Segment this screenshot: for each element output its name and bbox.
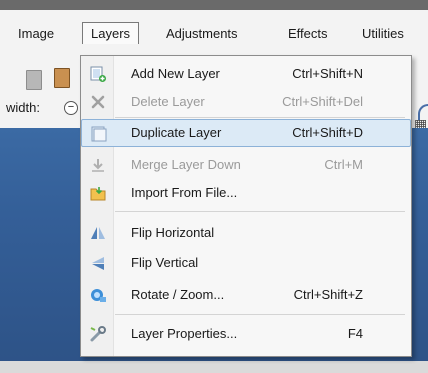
menu-item-label: Layer Properties... [131,326,238,341]
menu-separator [115,314,405,315]
menu-adjustments[interactable]: Adjustments [166,26,238,41]
menu-utilities[interactable]: Utilities [362,26,404,41]
menu-item-shortcut: Ctrl+Shift+Del [282,94,363,109]
menu-item-add-new-layer[interactable]: Add New Layer Ctrl+Shift+N [81,60,411,88]
menu-image[interactable]: Image [18,26,54,41]
menu-item-shortcut: Ctrl+Shift+N [292,66,363,81]
menu-item-shortcut: Ctrl+Shift+Z [293,287,363,302]
brush-width-label: width: [6,100,40,115]
menu-item-flip-vertical[interactable]: Flip Vertical [81,249,411,277]
menu-item-delete-layer[interactable]: Delete Layer Ctrl+Shift+Del [81,88,411,116]
layer-properties-icon [90,326,106,342]
flip-vertical-icon [92,257,104,270]
menu-item-label: Duplicate Layer [131,125,222,140]
curve-tool-icon[interactable] [418,104,428,120]
menu-item-label: Import From File... [131,185,238,200]
import-from-file-icon [90,187,106,201]
window-title-strip [0,0,428,10]
menu-item-label: Merge Layer Down [131,157,241,172]
menu-item-label: Flip Vertical [131,255,199,270]
copy-icon[interactable] [26,70,42,90]
menu-layers[interactable]: Layers [82,22,140,44]
menu-item-label: Rotate / Zoom... [131,287,225,302]
menu-item-label: Add New Layer [131,66,220,81]
delete-layer-icon [91,95,105,109]
menu-item-layer-properties[interactable]: Layer Properties... F4 [81,320,411,348]
menu-item-rotate-zoom[interactable]: Rotate / Zoom... Ctrl+Shift+Z [81,281,411,309]
width-decrease-button[interactable]: − [64,101,78,115]
menu-item-shortcut: Ctrl+Shift+D [292,125,363,140]
flip-horizontal-icon [91,227,105,239]
layers-dropdown-menu: Add New Layer Ctrl+Shift+N Delete Layer … [80,55,412,357]
menu-item-import-from-file[interactable]: Import From File... [81,179,411,207]
menu-effects[interactable]: Effects [288,26,328,41]
rotate-zoom-icon [91,289,106,302]
menu-item-shortcut: F4 [347,326,363,341]
menu-item-flip-horizontal[interactable]: Flip Horizontal [81,219,411,247]
menu-separator [115,211,405,212]
menu-item-shortcut: Ctrl+M [324,157,363,172]
duplicate-layer-icon [91,126,107,142]
menu-item-label: Flip Horizontal [131,225,215,240]
menu-item-merge-layer-down[interactable]: Merge Layer Down Ctrl+M [81,151,411,179]
paste-icon[interactable] [54,68,70,88]
merge-layer-down-icon [92,159,104,172]
menu-bar: Image Layers Adjustments Effects Utiliti… [0,10,428,51]
menu-item-label: Delete Layer [131,94,205,109]
add-layer-icon [90,66,106,82]
menu-item-duplicate-layer[interactable]: Duplicate Layer Ctrl+Shift+D [81,119,411,147]
menu-separator [115,117,405,118]
